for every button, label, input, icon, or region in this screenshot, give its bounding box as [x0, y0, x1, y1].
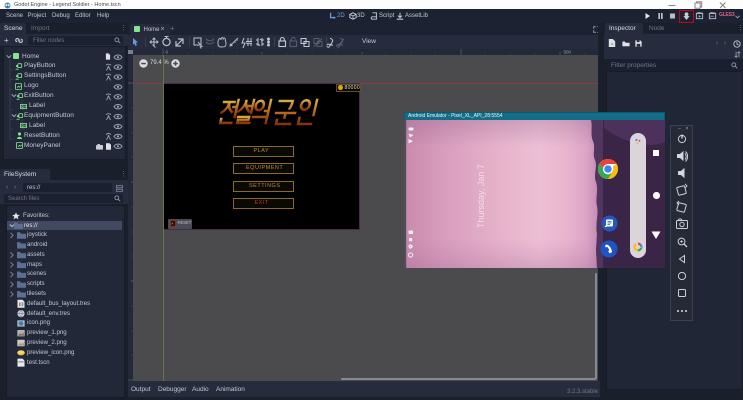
svg-text:0: 0 — [166, 50, 169, 55]
svg-text:Thursday, Jan 7: Thursday, Jan 7 — [476, 164, 486, 228]
svg-text:500: 500 — [564, 50, 572, 55]
